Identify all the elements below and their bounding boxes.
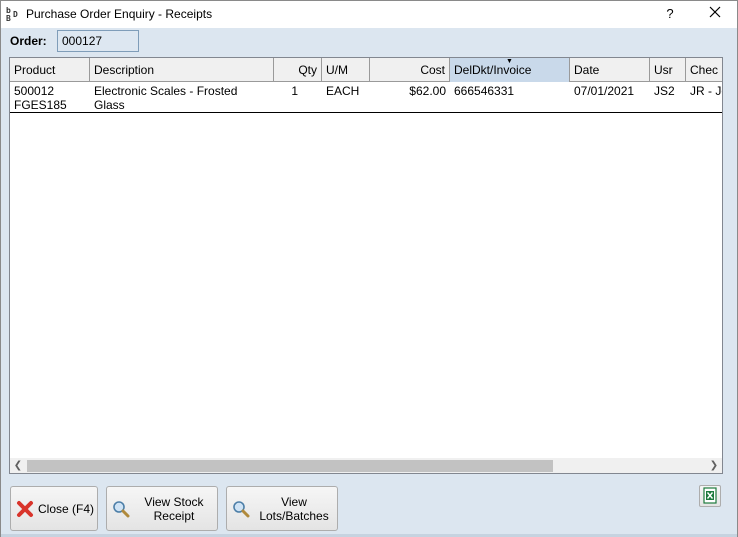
cell-cost: $62.00 xyxy=(409,84,446,98)
cell-product: 500012 FGES185 xyxy=(10,84,90,112)
scrollbar-thumb[interactable] xyxy=(27,460,553,472)
column-header-description[interactable]: Description xyxy=(90,58,274,82)
column-header-check[interactable]: Chec xyxy=(686,58,722,82)
window-close-button[interactable] xyxy=(699,4,731,24)
window-title: Purchase Order Enquiry - Receipts xyxy=(26,7,213,21)
excel-export-icon xyxy=(703,487,717,504)
column-header-product[interactable]: Product xyxy=(10,58,90,82)
title-bar: b D B Purchase Order Enquiry - Receipts … xyxy=(1,1,737,28)
magnifier-icon xyxy=(112,500,130,518)
scroll-right-icon[interactable]: ❯ xyxy=(706,458,722,473)
cell-description: Electronic Scales - Frosted Glass xyxy=(90,84,274,112)
magnifier-icon xyxy=(232,500,250,518)
cell-description-line2: Glass xyxy=(94,98,125,112)
grid-header: Product Description Qty U/M Cost ▼ DelDk… xyxy=(10,58,722,82)
scroll-left-icon[interactable]: ❮ xyxy=(10,458,26,473)
bdb-logo-icon: b D B xyxy=(6,6,21,23)
view-stock-receipt-label: View Stock Receipt xyxy=(144,494,204,523)
receipts-window: b D B Purchase Order Enquiry - Receipts … xyxy=(0,0,738,537)
cell-usr: JS2 xyxy=(654,84,675,98)
column-header-cost[interactable]: Cost xyxy=(370,58,450,82)
order-field[interactable]: 000127 xyxy=(57,30,139,52)
column-header-um[interactable]: U/M xyxy=(322,58,370,82)
export-excel-button[interactable] xyxy=(699,485,721,507)
column-header-date[interactable]: Date xyxy=(570,58,650,82)
cell-check: JR - Jo xyxy=(690,84,722,98)
cell-um: EACH xyxy=(326,84,360,98)
close-button-label: Close (F4) xyxy=(37,501,94,516)
cell-qty: 1 xyxy=(291,84,298,98)
view-lots-batches-label: View Lots/Batches xyxy=(259,494,329,523)
column-header-deldkt-label: DelDkt/Invoice xyxy=(454,63,532,77)
table-row[interactable]: 500012 FGES185 Electronic Scales - Frost… xyxy=(10,83,722,113)
view-stock-receipt-button[interactable]: View Stock Receipt xyxy=(106,486,218,531)
svg-text:B: B xyxy=(6,14,11,22)
close-button[interactable]: Close (F4) xyxy=(10,486,98,531)
receipts-grid[interactable]: Product Description Qty U/M Cost ▼ DelDk… xyxy=(9,57,723,474)
cell-date: 07/01/2021 xyxy=(574,84,635,98)
horizontal-scrollbar[interactable]: ❮ ❯ xyxy=(10,458,722,473)
red-x-icon xyxy=(16,500,34,518)
order-label: Order: xyxy=(10,34,47,48)
column-header-usr[interactable]: Usr xyxy=(650,58,686,82)
cell-deldkt-invoice: 666546331 xyxy=(454,84,515,98)
sort-descending-icon: ▼ xyxy=(506,58,513,65)
svg-text:D: D xyxy=(13,10,18,19)
column-header-deldkt-invoice[interactable]: ▼ DelDkt/Invoice xyxy=(450,58,570,82)
close-icon xyxy=(709,6,721,18)
cell-description-line1: Electronic Scales - Frosted xyxy=(94,84,238,98)
cell-product-alt-code: FGES185 xyxy=(14,98,67,112)
cell-product-code: 500012 xyxy=(14,84,55,98)
column-header-qty[interactable]: Qty xyxy=(274,58,322,82)
view-lots-batches-button[interactable]: View Lots/Batches xyxy=(226,486,338,531)
help-button[interactable]: ? xyxy=(659,4,681,24)
